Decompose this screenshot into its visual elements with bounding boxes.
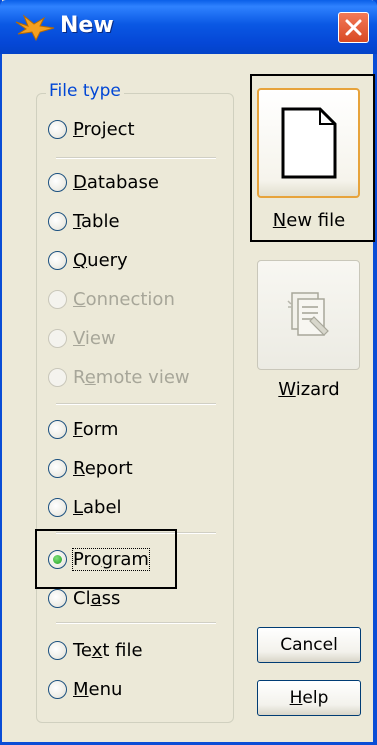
title-bar[interactable]: New: [0, 0, 377, 54]
wizard-caption: Wizard: [278, 379, 340, 400]
radio-view: View: [48, 324, 116, 352]
radio-button: [48, 367, 67, 387]
radio-label: Label: [73, 496, 122, 518]
radio-connection: Connection: [48, 285, 175, 313]
radio-text-file[interactable]: Text file: [48, 636, 143, 664]
close-button[interactable]: [338, 12, 369, 43]
radio-table[interactable]: Table: [48, 207, 120, 235]
radio-label: Table: [73, 210, 120, 232]
radio-label: Menu: [73, 678, 123, 700]
help-button[interactable]: Help: [257, 680, 361, 716]
fox-app-icon: [15, 14, 55, 42]
radio-menu[interactable]: Menu: [48, 675, 122, 703]
radio-label: Remote view: [73, 366, 190, 388]
radio-button[interactable]: [48, 497, 67, 517]
radio-button[interactable]: [48, 679, 67, 699]
radio-class[interactable]: Class: [48, 584, 120, 612]
radio-label: View: [73, 327, 116, 349]
radio-button[interactable]: [48, 211, 67, 231]
radio-label: Project: [73, 118, 135, 140]
radio-label: Query: [73, 249, 128, 271]
close-icon: [345, 19, 362, 36]
separator: [56, 622, 216, 624]
radio-label-type[interactable]: Label: [48, 493, 122, 521]
program-highlight-box: [35, 529, 177, 589]
radio-button[interactable]: [48, 172, 67, 192]
radio-form[interactable]: Form: [48, 415, 118, 443]
radio-label: Text file: [73, 639, 143, 661]
file-type-group-label: File type: [46, 81, 124, 101]
separator: [56, 157, 216, 159]
cancel-button[interactable]: Cancel: [257, 627, 361, 663]
radio-project[interactable]: Project: [48, 115, 135, 143]
blank-page-icon: [281, 107, 336, 179]
radio-remote-view: Remote view: [48, 363, 190, 391]
radio-database[interactable]: Database: [48, 168, 159, 196]
window-title: New: [60, 13, 114, 38]
radio-label: Form: [73, 418, 119, 440]
radio-button[interactable]: [48, 119, 67, 139]
radio-button[interactable]: [48, 588, 67, 608]
wizard-button: [257, 260, 360, 370]
radio-label: Report: [73, 457, 133, 479]
radio-report[interactable]: Report: [48, 454, 133, 482]
radio-button[interactable]: [48, 419, 67, 439]
radio-button[interactable]: [48, 640, 67, 660]
radio-button[interactable]: [48, 458, 67, 478]
radio-label: Connection: [73, 288, 175, 310]
radio-label: Database: [73, 171, 159, 193]
separator: [56, 403, 216, 405]
wizard-icon: [286, 292, 329, 336]
radio-label: Class: [73, 587, 121, 609]
radio-button[interactable]: [48, 250, 67, 270]
radio-button: [48, 289, 67, 309]
new-file-caption[interactable]: New file: [254, 210, 364, 231]
new-file-button[interactable]: [257, 88, 360, 198]
radio-query[interactable]: Query: [48, 246, 128, 274]
radio-button: [48, 328, 67, 348]
